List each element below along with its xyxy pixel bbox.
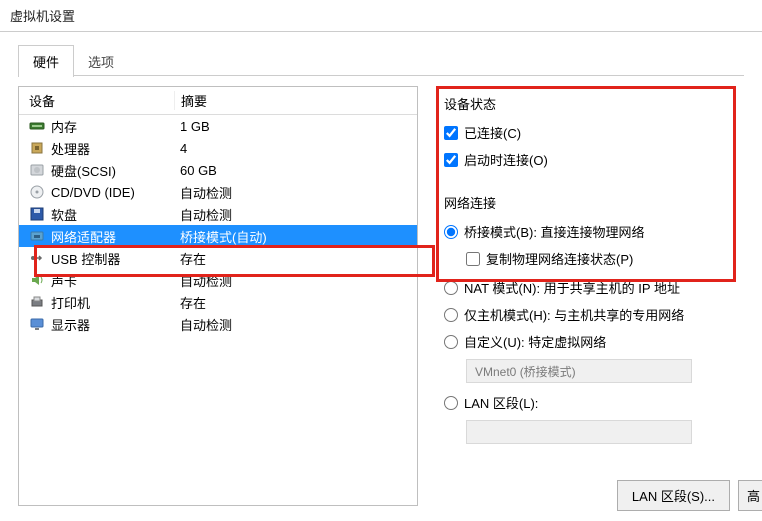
printer-icon	[29, 294, 45, 310]
device-label: 软盘	[51, 205, 77, 224]
checkbox-connected-input[interactable]	[444, 126, 458, 140]
settings-panel: 设备状态 已连接(C) 启动时连接(O) 网络连接 桥接模式(B): 直接连接物…	[432, 86, 762, 521]
tabs: 硬件 选项	[18, 44, 744, 76]
radio-bridged[interactable]: 桥接模式(B): 直接连接物理网络	[444, 222, 744, 241]
radio-lan-segment-input[interactable]	[444, 396, 458, 410]
device-summary: 自动检测	[174, 183, 417, 202]
radio-hostonly-label: 仅主机模式(H): 与主机共享的专用网络	[464, 305, 684, 324]
radio-custom-input[interactable]	[444, 335, 458, 349]
radio-bridged-input[interactable]	[444, 225, 458, 239]
device-summary: 存在	[174, 293, 417, 312]
device-list[interactable]: 内存1 GB处理器4硬盘(SCSI)60 GBCD/DVD (IDE)自动检测软…	[19, 115, 417, 505]
checkbox-replicate-label: 复制物理网络连接状态(P)	[486, 249, 633, 268]
checkbox-replicate[interactable]: 复制物理网络连接状态(P)	[466, 249, 744, 268]
radio-nat-input[interactable]	[444, 281, 458, 295]
device-label: 打印机	[51, 293, 90, 312]
table-row[interactable]: CD/DVD (IDE) 自动检测	[19, 181, 417, 203]
checkbox-connected-label: 已连接(C)	[464, 123, 521, 142]
checkbox-connect-at-power-on[interactable]: 启动时连接(O)	[444, 150, 744, 169]
checkbox-connect-at-power-on-input[interactable]	[444, 153, 458, 167]
lan-segments-button[interactable]: LAN 区段(S)...	[617, 480, 730, 511]
sound-icon	[29, 272, 45, 288]
table-row[interactable]: 网络适配器 桥接模式(自动)	[19, 225, 417, 247]
device-label: CD/DVD (IDE)	[51, 185, 135, 200]
device-label: USB 控制器	[51, 249, 120, 268]
device-summary: 4	[174, 141, 417, 156]
disk-icon	[29, 162, 45, 178]
network-connection-title: 网络连接	[444, 193, 744, 212]
device-label: 声卡	[51, 271, 77, 290]
radio-nat-label: NAT 模式(N): 用于共享主机的 IP 地址	[464, 278, 680, 297]
tab-options[interactable]: 选项	[74, 46, 128, 77]
radio-bridged-label: 桥接模式(B): 直接连接物理网络	[464, 222, 645, 241]
radio-lan-segment[interactable]: LAN 区段(L):	[444, 393, 744, 412]
device-summary: 60 GB	[174, 163, 417, 178]
device-label: 显示器	[51, 315, 90, 334]
radio-lan-segment-label: LAN 区段(L):	[464, 393, 538, 412]
window-title: 虚拟机设置	[0, 0, 762, 31]
device-summary: 1 GB	[174, 119, 417, 134]
device-summary: 自动检测	[174, 315, 417, 334]
device-label: 处理器	[51, 139, 90, 158]
tab-hardware[interactable]: 硬件	[18, 45, 74, 77]
radio-custom[interactable]: 自定义(U): 特定虚拟网络	[444, 332, 744, 351]
table-row[interactable]: 打印机 存在	[19, 291, 417, 313]
device-state-title: 设备状态	[444, 94, 744, 113]
checkbox-connect-at-power-on-label: 启动时连接(O)	[464, 150, 548, 169]
advanced-button-cut[interactable]: 高	[738, 480, 762, 511]
usb-icon	[29, 250, 45, 266]
radio-custom-label: 自定义(U): 特定虚拟网络	[464, 332, 606, 351]
device-summary: 存在	[174, 249, 417, 268]
table-row[interactable]: 内存 1 GB	[19, 115, 417, 137]
lan-segment-select	[466, 420, 692, 444]
radio-hostonly[interactable]: 仅主机模式(H): 与主机共享的专用网络	[444, 305, 744, 324]
checkbox-connected[interactable]: 已连接(C)	[444, 123, 744, 142]
radio-hostonly-input[interactable]	[444, 308, 458, 322]
table-row[interactable]: 硬盘(SCSI) 60 GB	[19, 159, 417, 181]
table-row[interactable]: 处理器 4	[19, 137, 417, 159]
device-list-panel: 设备 摘要 内存 1 GB 处理器 4 硬盘(SCSI) 60 GB CD/DVD (IDE…	[18, 86, 418, 506]
cd-icon	[29, 184, 45, 200]
table-row[interactable]: 声卡 自动检测	[19, 269, 417, 291]
nic-icon	[29, 228, 45, 244]
cpu-icon	[29, 140, 45, 156]
device-label: 硬盘(SCSI)	[51, 161, 116, 180]
device-summary: 桥接模式(自动)	[174, 227, 417, 246]
device-list-header: 设备 摘要	[19, 87, 417, 115]
column-header-summary[interactable]: 摘要	[174, 91, 417, 110]
table-row[interactable]: 软盘 自动检测	[19, 203, 417, 225]
floppy-icon	[29, 206, 45, 222]
table-row[interactable]: USB 控制器 存在	[19, 247, 417, 269]
radio-nat[interactable]: NAT 模式(N): 用于共享主机的 IP 地址	[444, 278, 744, 297]
table-row[interactable]: 显示器 自动检测	[19, 313, 417, 335]
device-label: 网络适配器	[51, 227, 116, 246]
device-label: 内存	[51, 117, 77, 136]
checkbox-replicate-input[interactable]	[466, 252, 480, 266]
device-summary: 自动检测	[174, 271, 417, 290]
memory-icon	[29, 118, 45, 134]
display-icon	[29, 316, 45, 332]
device-summary: 自动检测	[174, 205, 417, 224]
custom-network-select	[466, 359, 692, 383]
column-header-device[interactable]: 设备	[19, 91, 174, 110]
